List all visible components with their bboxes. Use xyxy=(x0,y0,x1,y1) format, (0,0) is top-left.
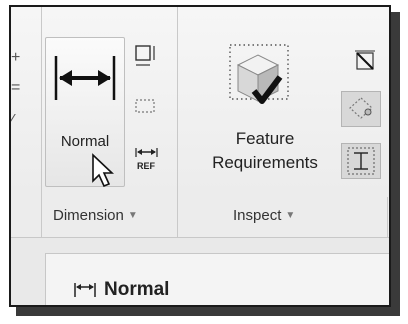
clearance-button[interactable] xyxy=(341,143,381,179)
panel-title: Normal xyxy=(72,279,169,301)
property-area: Normal xyxy=(11,238,389,305)
dimension-group-label: Dimension xyxy=(53,207,124,224)
dimension-normal-icon xyxy=(54,56,116,100)
equals-icon: = xyxy=(11,79,21,96)
svg-text:REF: REF xyxy=(137,161,156,171)
clearance-icon xyxy=(347,147,375,175)
ribbon-group-labels: Dimension ▼ Inspect ▼ xyxy=(11,197,389,238)
mouse-pointer-icon xyxy=(92,153,115,188)
dimension-group-dropdown[interactable]: Dimension ▼ xyxy=(53,207,138,224)
inspect-group-label: Inspect xyxy=(233,207,282,224)
check-interference-icon xyxy=(349,97,373,119)
ordinate-dimension-icon[interactable] xyxy=(133,93,159,119)
ribbon: + = ⁄ Normal REF Feature Requirements xyxy=(11,7,389,198)
normal-panel: Normal xyxy=(45,253,389,305)
normal-dimension-button[interactable]: Normal xyxy=(45,37,125,188)
check-interference-button[interactable] xyxy=(341,91,381,127)
feature-requirements-label: Feature Requirements xyxy=(197,127,333,175)
feature-requirements-icon xyxy=(229,44,289,104)
panel-title-text: Normal xyxy=(104,279,170,300)
chevron-icon: ⁄ xyxy=(11,112,14,129)
inspect-group-dropdown[interactable]: Inspect ▼ xyxy=(233,207,295,224)
chevron-down-icon: ▼ xyxy=(127,210,138,221)
separator xyxy=(177,7,178,197)
separator xyxy=(41,197,42,237)
chevron-down-icon: ▼ xyxy=(285,210,296,221)
screenshot-frame: + = ⁄ Normal REF Feature Requirements Di… xyxy=(9,5,391,307)
dimension-normal-small-icon xyxy=(74,283,96,297)
feature-label-line2: Requirements xyxy=(212,153,318,172)
baseline-dimension-icon[interactable] xyxy=(133,43,159,69)
previous-group-stub: + = ⁄ xyxy=(11,7,41,197)
separator xyxy=(387,197,388,237)
normal-button-label: Normal xyxy=(60,133,110,150)
plus-icon: + xyxy=(11,49,21,66)
separator xyxy=(177,197,178,237)
reference-dimension-icon[interactable]: REF xyxy=(133,145,159,171)
measure-icon[interactable] xyxy=(351,47,381,77)
separator xyxy=(41,7,42,197)
feature-label-line1: Feature xyxy=(235,129,295,148)
